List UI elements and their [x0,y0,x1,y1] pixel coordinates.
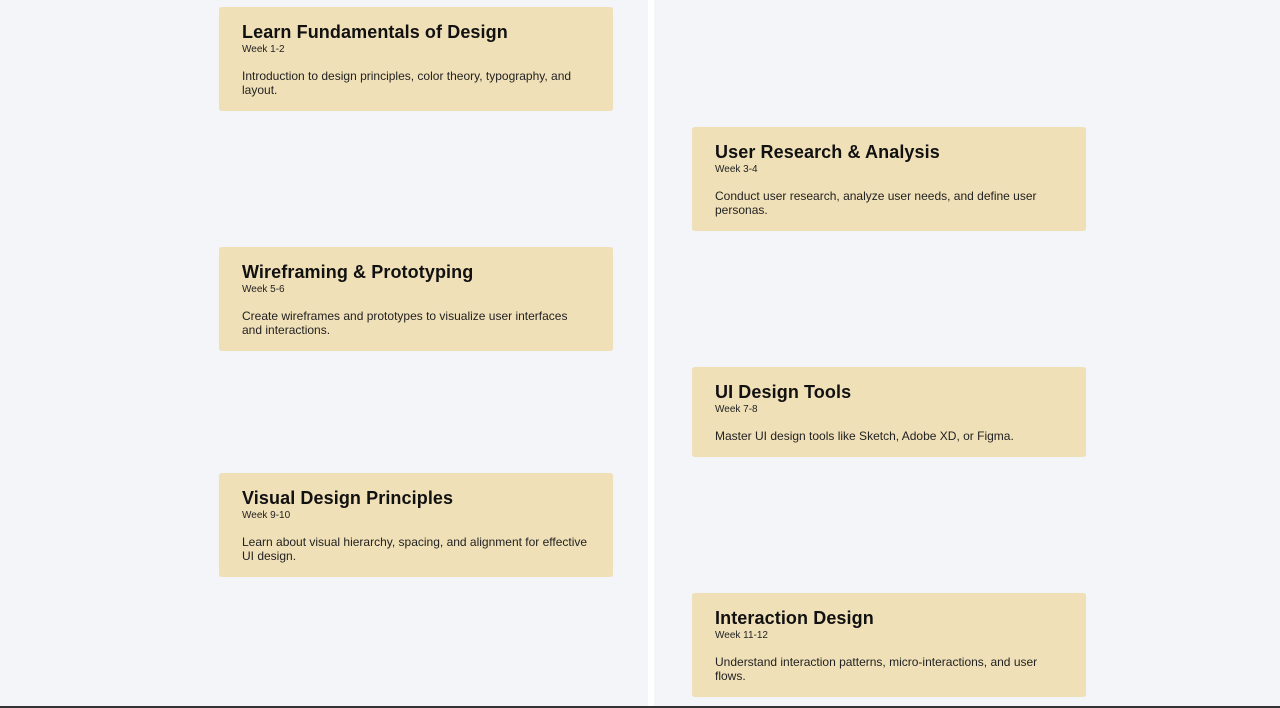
card-description: Master UI design tools like Sketch, Adob… [715,429,1014,443]
timeline-card-wireframing: Wireframing & Prototyping Week 5-6 Creat… [219,247,613,351]
card-week: Week 11-12 [715,630,768,641]
card-week: Week 3-4 [715,164,758,175]
timeline-line [648,0,654,708]
card-title: Learn Fundamentals of Design [242,22,508,42]
card-description: Create wireframes and prototypes to visu… [242,309,568,337]
timeline-card-visual-design: Visual Design Principles Week 9-10 Learn… [219,473,613,577]
card-description: Introduction to design principles, color… [242,69,572,97]
card-title: Visual Design Principles [242,488,454,508]
card-week: Week 7-8 [715,404,758,415]
card-title: UI Design Tools [715,382,852,402]
card-title: Interaction Design [715,608,874,628]
card-week: Week 1-2 [242,44,285,55]
timeline-card-user-research: User Research & Analysis Week 3-4 Conduc… [692,127,1086,231]
timeline-card-fundamentals: Learn Fundamentals of Design Week 1-2 In… [219,7,613,111]
card-description: Conduct user research, analyze user need… [715,189,1037,217]
timeline-card-interaction-design: Interaction Design Week 11-12 Understand… [692,593,1086,697]
card-description: Understand interaction patterns, micro-i… [715,655,1038,683]
card-title: Wireframing & Prototyping [242,262,474,282]
card-title: User Research & Analysis [715,142,940,162]
card-description: Learn about visual hierarchy, spacing, a… [242,535,588,563]
timeline-card-ui-tools: UI Design Tools Week 7-8 Master UI desig… [692,367,1086,457]
card-week: Week 5-6 [242,284,285,295]
card-week: Week 9-10 [242,510,291,521]
